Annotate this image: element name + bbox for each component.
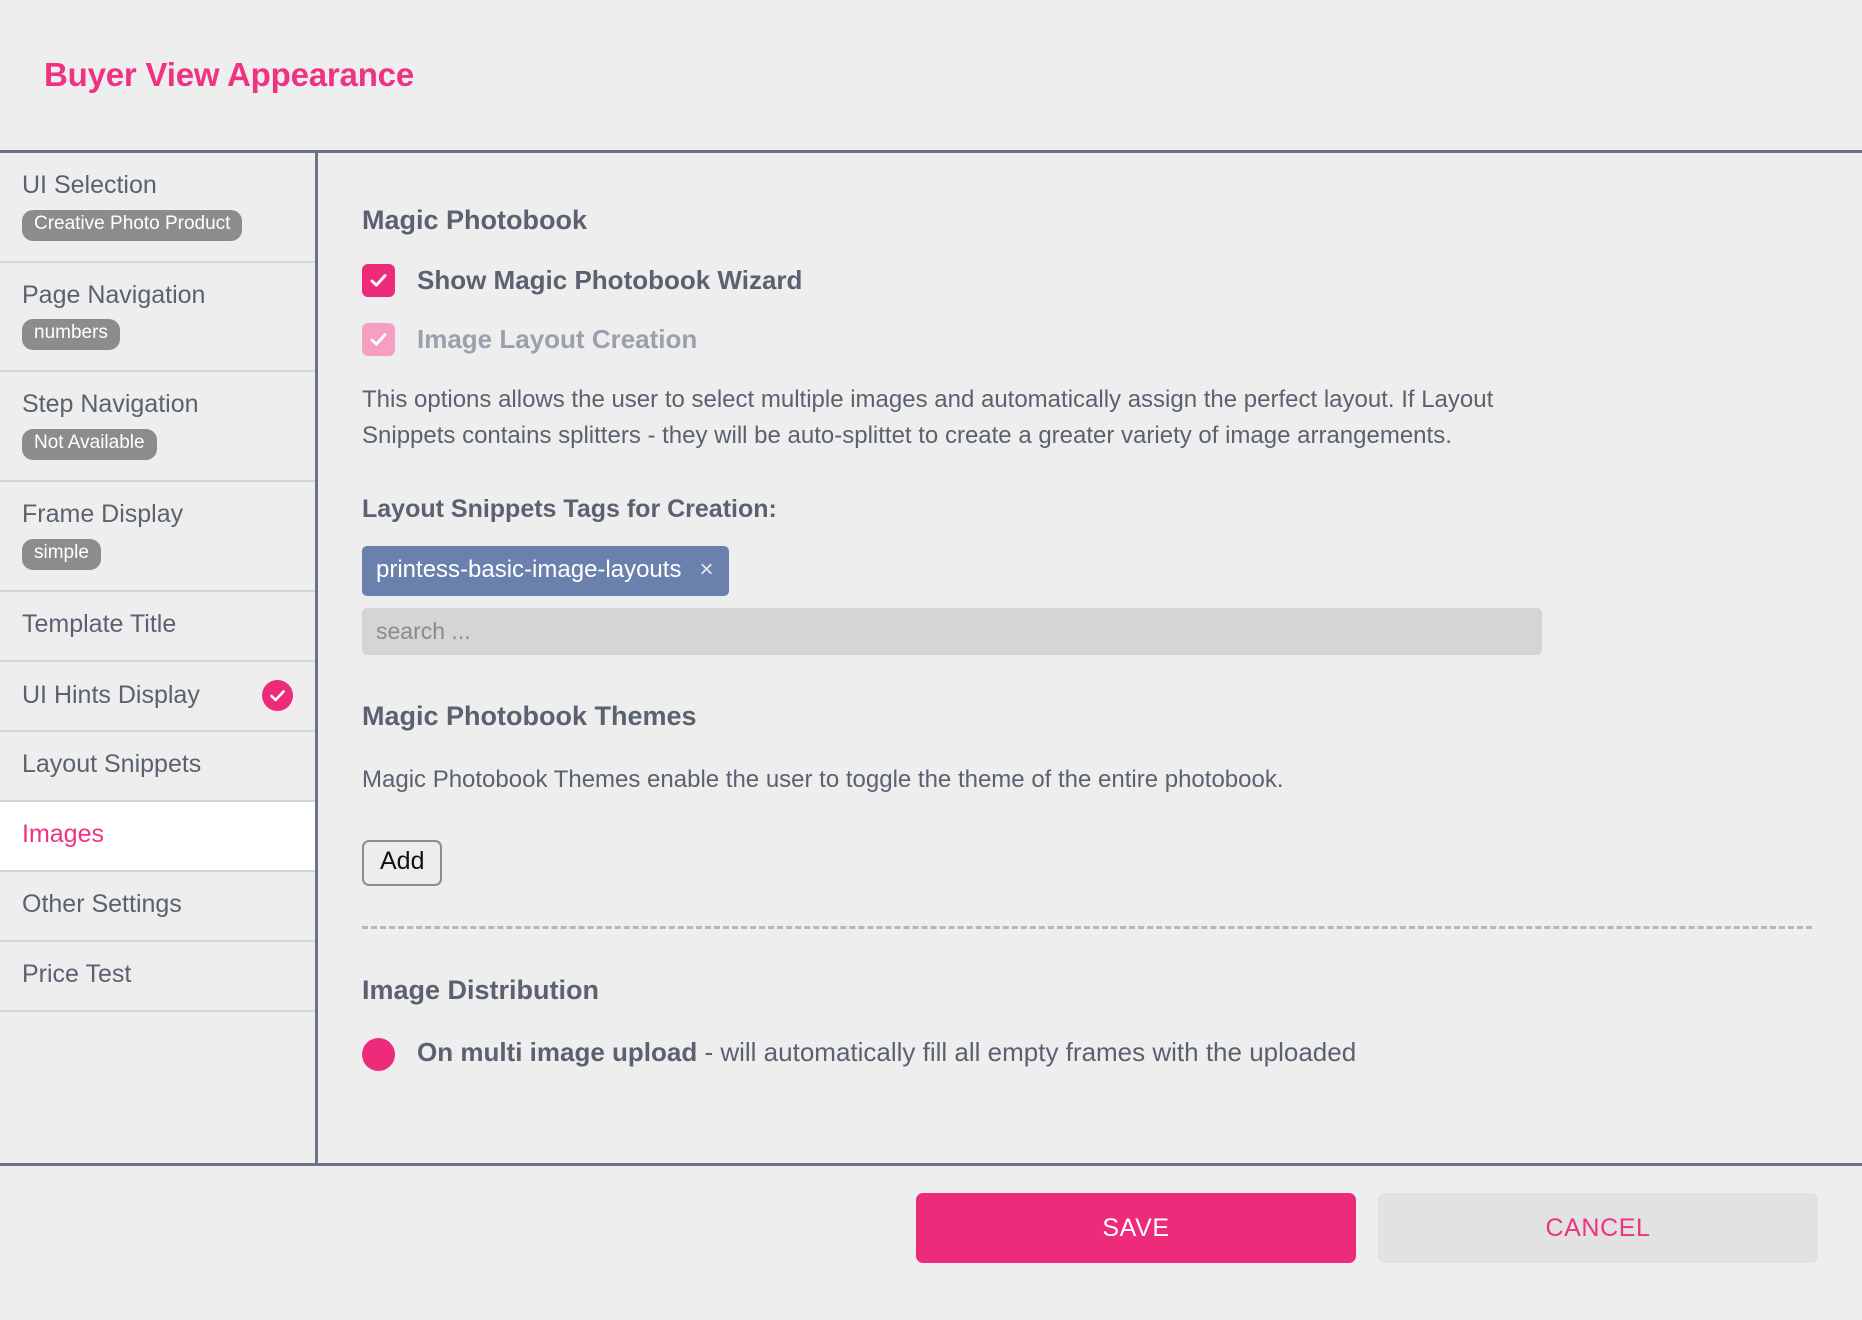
sidebar-item-label: Page Navigation: [22, 280, 206, 309]
add-theme-button[interactable]: Add: [362, 839, 443, 886]
sidebar-item-badge: Creative Photo Product: [22, 209, 243, 241]
sidebar-item-label: Step Navigation: [22, 390, 199, 419]
image-layout-creation-row[interactable]: Image Layout Creation: [362, 323, 1862, 356]
image-distribution-option-rest: - will automatically fill all empty fram…: [697, 1036, 1357, 1067]
sidebar-item-step-navigation[interactable]: Step Navigation Not Available: [0, 372, 315, 482]
settings-sidebar: UI Selection Creative Photo Product Page…: [0, 153, 318, 1163]
image-distribution-option-row[interactable]: On multi image upload - will automatical…: [362, 1036, 1862, 1071]
sidebar-item-template-title[interactable]: Template Title: [0, 591, 315, 662]
sidebar-end-spacer: [0, 1011, 315, 1058]
magic-photobook-themes-heading: Magic Photobook Themes: [362, 701, 697, 732]
sidebar-item-label: Price Test: [22, 959, 132, 988]
checkbox-checked-disabled-icon[interactable]: [362, 323, 395, 356]
page-title: Buyer View Appearance: [44, 56, 414, 93]
tag-chip-label: printess-basic-image-layouts: [376, 556, 682, 584]
sidebar-item-label: Images: [22, 819, 104, 848]
tag-list: printess-basic-image-layouts ×: [362, 546, 1862, 608]
sidebar-item-badge: Not Available: [22, 429, 157, 460]
image-distribution-option-text: On multi image upload - will automatical…: [417, 1036, 1356, 1069]
checkbox-label: Show Magic Photobook Wizard: [417, 265, 803, 295]
tag-chip[interactable]: printess-basic-image-layouts ×: [362, 546, 730, 597]
page-header: Buyer View Appearance: [0, 0, 1862, 150]
dialog-footer: SAVE CANCEL: [0, 1163, 1862, 1320]
sidebar-item-frame-display[interactable]: Frame Display simple: [0, 481, 315, 592]
sidebar-item-label: Layout Snippets: [22, 749, 202, 778]
sidebar-item-ui-selection[interactable]: UI Selection Creative Photo Product: [0, 153, 315, 263]
checkbox-label: Image Layout Creation: [417, 324, 698, 354]
sidebar-item-images[interactable]: Images: [0, 801, 315, 872]
sidebar-item-ui-hints-display[interactable]: UI Hints Display: [0, 661, 315, 732]
save-button[interactable]: SAVE: [916, 1193, 1356, 1263]
checkbox-checked-icon[interactable]: [362, 264, 395, 297]
sidebar-item-other-settings[interactable]: Other Settings: [0, 871, 315, 942]
magic-photobook-themes-description: Magic Photobook Themes enable the user t…: [362, 766, 1284, 794]
tag-search-input[interactable]: [362, 608, 1542, 656]
sidebar-item-layout-snippets[interactable]: Layout Snippets: [0, 731, 315, 802]
image-distribution-option-strong: On multi image upload: [417, 1036, 698, 1067]
sidebar-item-label: Frame Display: [22, 499, 184, 528]
sidebar-item-label: Other Settings: [22, 889, 182, 918]
sidebar-item-label: UI Selection: [22, 171, 157, 199]
section-divider: [362, 925, 1812, 929]
sidebar-item-label: UI Hints Display: [22, 680, 200, 709]
sidebar-item-page-navigation[interactable]: Page Navigation numbers: [0, 262, 315, 373]
body-split: UI Selection Creative Photo Product Page…: [0, 150, 1862, 1163]
image-distribution-heading: Image Distribution: [362, 974, 600, 1005]
sidebar-item-label: Template Title: [22, 609, 177, 638]
sidebar-item-badge: numbers: [22, 319, 120, 351]
close-icon[interactable]: ×: [699, 558, 713, 582]
settings-content: Magic Photobook Show Magic Photobook Wiz…: [318, 153, 1862, 1163]
show-magic-photobook-wizard-row[interactable]: Show Magic Photobook Wizard: [362, 264, 1862, 297]
sidebar-item-price-test[interactable]: Price Test: [0, 941, 315, 1012]
magic-photobook-heading: Magic Photobook: [362, 205, 587, 235]
image-layout-creation-description: This options allows the user to select m…: [362, 386, 1494, 449]
check-circle-icon: [262, 679, 293, 711]
sidebar-item-badge: simple: [22, 538, 101, 570]
cancel-button[interactable]: CANCEL: [1378, 1193, 1818, 1263]
layout-snippets-tags-label: Layout Snippets Tags for Creation:: [362, 495, 777, 524]
radio-selected-icon[interactable]: [362, 1037, 395, 1071]
